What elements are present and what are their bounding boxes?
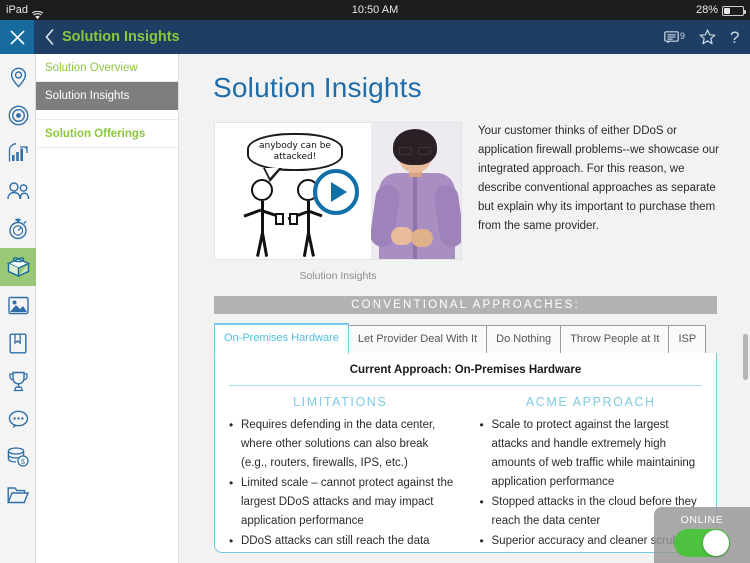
video-thumbnail[interactable]: anybody can be attacked!	[214, 122, 462, 260]
target-bullseye-icon	[8, 105, 28, 125]
battery-percent-label: 28%	[695, 4, 718, 16]
book-icon	[9, 333, 27, 354]
close-button[interactable]	[0, 20, 34, 54]
money-stack-icon: $	[7, 447, 29, 467]
toggle-knob	[703, 529, 729, 556]
speech-bubble: anybody can be attacked!	[247, 133, 343, 182]
play-button[interactable]	[313, 169, 359, 215]
conventional-approaches-banner: CONVENTIONAL APPROACHES:	[214, 296, 717, 314]
limitations-bullet-list: Requires defending in the data center, w…	[227, 416, 454, 551]
nav-item-solution-insights[interactable]: Solution Insights	[36, 82, 178, 110]
list-item: Limited scale – cannot protect against t…	[227, 474, 454, 531]
rail-item-solutions[interactable]	[0, 248, 36, 286]
online-toggle-switch[interactable]	[674, 528, 730, 557]
close-icon	[9, 29, 25, 45]
package-box-icon	[6, 257, 30, 278]
app-bar-title: Solution Insights	[62, 29, 180, 45]
rail-item-awards[interactable]	[0, 362, 36, 400]
comments-button[interactable]: 9	[664, 31, 685, 44]
media-description-row: anybody can be attacked! Solution Insigh…	[214, 122, 750, 282]
nav-item-solution-overview[interactable]: Solution Overview	[36, 54, 178, 82]
main-content: Solution Insights anybody can be attacke…	[180, 54, 750, 563]
presenter-photo	[371, 123, 461, 259]
star-icon	[699, 29, 716, 45]
page-title: Solution Insights	[213, 72, 422, 103]
app-bar-actions: 9 ?	[664, 20, 742, 54]
tab-let-provider-deal-with-it[interactable]: Let Provider Deal With It	[347, 325, 488, 354]
limitations-column: LIMITATIONS Requires defending in the da…	[215, 395, 466, 552]
section-nav-list: Solution Overview Solution Insights Solu…	[36, 54, 179, 563]
video-block: anybody can be attacked! Solution Insigh…	[214, 122, 462, 282]
online-status-widget: ONLINE	[654, 507, 750, 563]
image-photo-icon	[7, 296, 29, 314]
rail-item-target[interactable]	[0, 96, 36, 134]
back-button[interactable]	[40, 20, 58, 54]
online-label: ONLINE	[680, 513, 724, 526]
limitations-heading: LIMITATIONS	[293, 395, 388, 409]
chevron-left-icon	[44, 29, 53, 45]
rail-item-media[interactable]	[0, 286, 36, 324]
chat-bubble-icon	[8, 410, 28, 428]
list-item: DDoS attacks can still reach the data	[227, 532, 454, 551]
rail-item-pricing[interactable]: $	[0, 438, 36, 476]
svg-text:?: ?	[730, 28, 739, 46]
rail-item-files[interactable]	[0, 476, 36, 514]
rail-item-location[interactable]	[0, 58, 36, 96]
favorite-button[interactable]	[699, 29, 716, 45]
comment-bubble-icon	[664, 30, 679, 43]
rail-item-analytics[interactable]	[0, 134, 36, 172]
rail-item-library[interactable]	[0, 324, 36, 362]
panel-title: Current Approach: On-Premises Hardware	[349, 364, 582, 376]
battery-icon	[722, 6, 746, 16]
svg-text:$: $	[21, 459, 25, 466]
tab-throw-people-at-it[interactable]: Throw People at It	[560, 325, 670, 354]
status-bar-right: 28%	[695, 0, 746, 20]
rail-item-people[interactable]	[0, 172, 36, 210]
panel-columns: LIMITATIONS Requires defending in the da…	[215, 386, 716, 552]
trophy-icon	[8, 371, 28, 391]
nav-item-solution-offerings[interactable]: Solution Offerings	[36, 120, 178, 148]
tab-do-nothing[interactable]: Do Nothing	[486, 325, 562, 354]
icon-rail-sidebar: $	[0, 54, 36, 563]
rail-item-timer[interactable]	[0, 210, 36, 248]
video-caption: Solution Insights	[299, 270, 377, 282]
list-item: Scale to protect against the largest att…	[478, 416, 705, 492]
rail-item-discussions[interactable]	[0, 400, 36, 438]
question-mark-icon: ?	[730, 28, 739, 46]
nav-divider	[36, 110, 178, 120]
tab-on-premises-hardware[interactable]: On-Premises Hardware	[214, 323, 349, 354]
location-pin-icon	[10, 67, 26, 88]
tab-filler	[705, 325, 717, 354]
help-button[interactable]: ?	[730, 28, 742, 46]
comments-count-badge: 9	[679, 30, 685, 41]
approach-detail-panel: Current Approach: On-Premises Hardware L…	[214, 353, 717, 553]
folder-icon	[7, 487, 29, 504]
stopwatch-icon	[9, 218, 27, 240]
list-item: Requires defending in the data center, w…	[227, 416, 454, 473]
approach-tabs: On-Premises Hardware Let Provider Deal W…	[214, 323, 717, 354]
bar-chart-growth-icon	[8, 143, 28, 162]
solution-description-text: Your customer thinks of either DDoS or a…	[478, 125, 719, 232]
status-bar-clock: 10:50 AM	[351, 4, 399, 16]
ios-status-bar: iPad 10:50 AM 28%	[0, 0, 750, 20]
app-header-bar: Solution Insights 9 ?	[0, 20, 750, 54]
tab-isp[interactable]: ISP	[668, 325, 707, 354]
people-group-icon	[6, 182, 29, 200]
app-root: iPad 10:50 AM 28% Solution Insights 9 ? …	[0, 0, 750, 563]
play-triangle-icon	[330, 182, 347, 202]
vertical-scrollbar[interactable]	[743, 334, 748, 380]
acme-approach-heading: ACME APPROACH	[525, 395, 656, 409]
